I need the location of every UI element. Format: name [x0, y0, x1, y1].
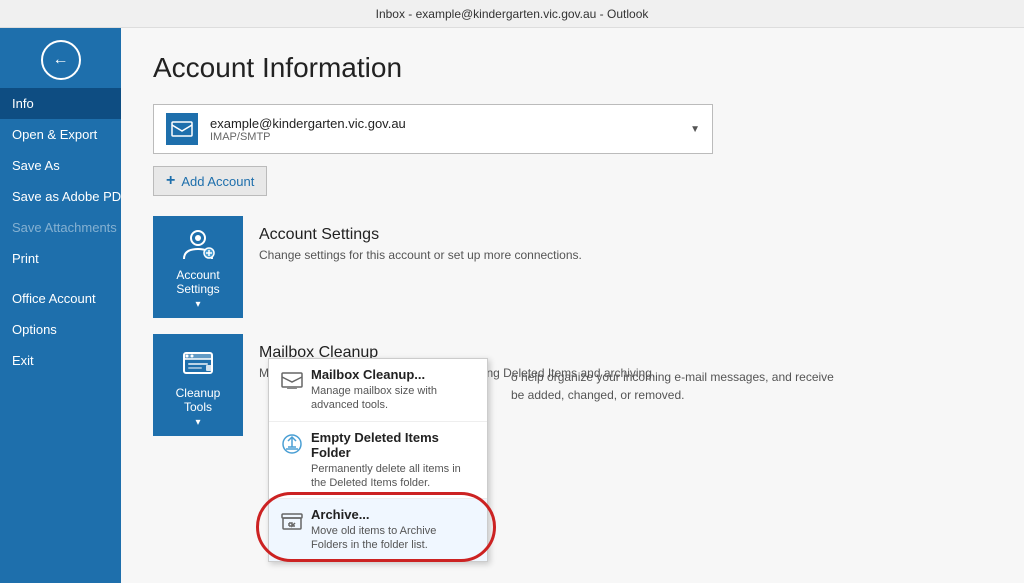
plus-icon: + [166, 172, 175, 190]
mailbox-cleanup-desc: Manage mailbox size with advanced tools. [311, 384, 475, 413]
account-settings-card-label: Account Settings [161, 268, 235, 297]
archive-title: Archive... [311, 507, 475, 522]
empty-deleted-content: Empty Deleted Items Folder Permanently d… [311, 430, 475, 491]
sidebar: ← Info Open & Export Save As Save as Ado… [0, 28, 121, 583]
back-button[interactable]: ← [41, 40, 81, 80]
account-settings-info: Account Settings Change settings for thi… [259, 216, 582, 262]
dropdown-item-archive[interactable]: Archive... Move old items to Archive Fol… [269, 499, 487, 561]
dropdown-item-mailbox-cleanup[interactable]: Mailbox Cleanup... Manage mailbox size w… [269, 359, 487, 422]
empty-deleted-desc: Permanently delete all items in the Dele… [311, 462, 475, 491]
mailbox-cleanup-title: Mailbox Cleanup... [311, 367, 475, 382]
archive-content: Archive... Move old items to Archive Fol… [311, 507, 475, 553]
cleanup-tools-arrow: ▾ [195, 417, 200, 428]
account-settings-title: Account Settings [259, 226, 582, 244]
mailbox-cleanup-icon [281, 369, 303, 393]
archive-icon [281, 509, 303, 533]
cleanup-tools-card-label: Cleanup Tools [161, 386, 235, 415]
account-dropdown-arrow: ▼ [690, 124, 700, 135]
sidebar-item-save-attachments: Save Attachments [0, 212, 121, 243]
account-selector-icon [166, 113, 198, 145]
add-account-label: Add Account [181, 174, 254, 189]
account-settings-desc: Change settings for this account or set … [259, 248, 582, 262]
account-settings-icon [179, 226, 217, 264]
cleanup-tools-icon [179, 344, 217, 382]
main-content: Account Information example@kindergarten… [121, 28, 1024, 583]
sidebar-item-options[interactable]: Options [0, 314, 121, 345]
sidebar-item-print[interactable]: Print [0, 243, 121, 274]
account-email: example@kindergarten.vic.gov.au [210, 116, 682, 131]
account-settings-arrow: ▾ [195, 299, 200, 310]
sidebar-item-info[interactable]: Info [0, 88, 121, 119]
connected-desc-line2: be added, changed, or removed. [511, 388, 684, 402]
mailbox-cleanup-content: Mailbox Cleanup... Manage mailbox size w… [311, 367, 475, 413]
sidebar-item-save-as[interactable]: Save As [0, 150, 121, 181]
cleanup-tools-button[interactable]: Cleanup Tools ▾ [153, 334, 243, 436]
title-bar: Inbox - example@kindergarten.vic.gov.au … [0, 0, 1024, 28]
connected-services-section: o help organize your incoming e-mail mes… [511, 368, 1004, 404]
account-selector[interactable]: example@kindergarten.vic.gov.au IMAP/SMT… [153, 104, 713, 154]
account-settings-card: Account Settings ▾ Account Settings Chan… [153, 216, 992, 318]
page-title: Account Information [153, 52, 992, 84]
sidebar-item-exit[interactable]: Exit [0, 345, 121, 376]
sidebar-item-office-account[interactable]: Office Account [0, 283, 121, 314]
title-bar-text: Inbox - example@kindergarten.vic.gov.au … [376, 7, 649, 21]
dropdown-item-empty-deleted[interactable]: Empty Deleted Items Folder Permanently d… [269, 422, 487, 500]
empty-deleted-icon [281, 432, 303, 456]
account-type: IMAP/SMTP [210, 131, 682, 143]
cleanup-dropdown-menu: Mailbox Cleanup... Manage mailbox size w… [268, 358, 488, 562]
account-info: example@kindergarten.vic.gov.au IMAP/SMT… [210, 116, 682, 143]
empty-deleted-title: Empty Deleted Items Folder [311, 430, 475, 460]
add-account-button[interactable]: + Add Account [153, 166, 267, 196]
account-settings-button[interactable]: Account Settings ▾ [153, 216, 243, 318]
sidebar-item-save-adobe[interactable]: Save as Adobe PDF [0, 181, 121, 212]
connected-desc-line1: o help organize your incoming e-mail mes… [511, 370, 834, 384]
sidebar-item-open-export[interactable]: Open & Export [0, 119, 121, 150]
archive-desc: Move old items to Archive Folders in the… [311, 524, 475, 553]
back-icon: ← [53, 51, 69, 69]
